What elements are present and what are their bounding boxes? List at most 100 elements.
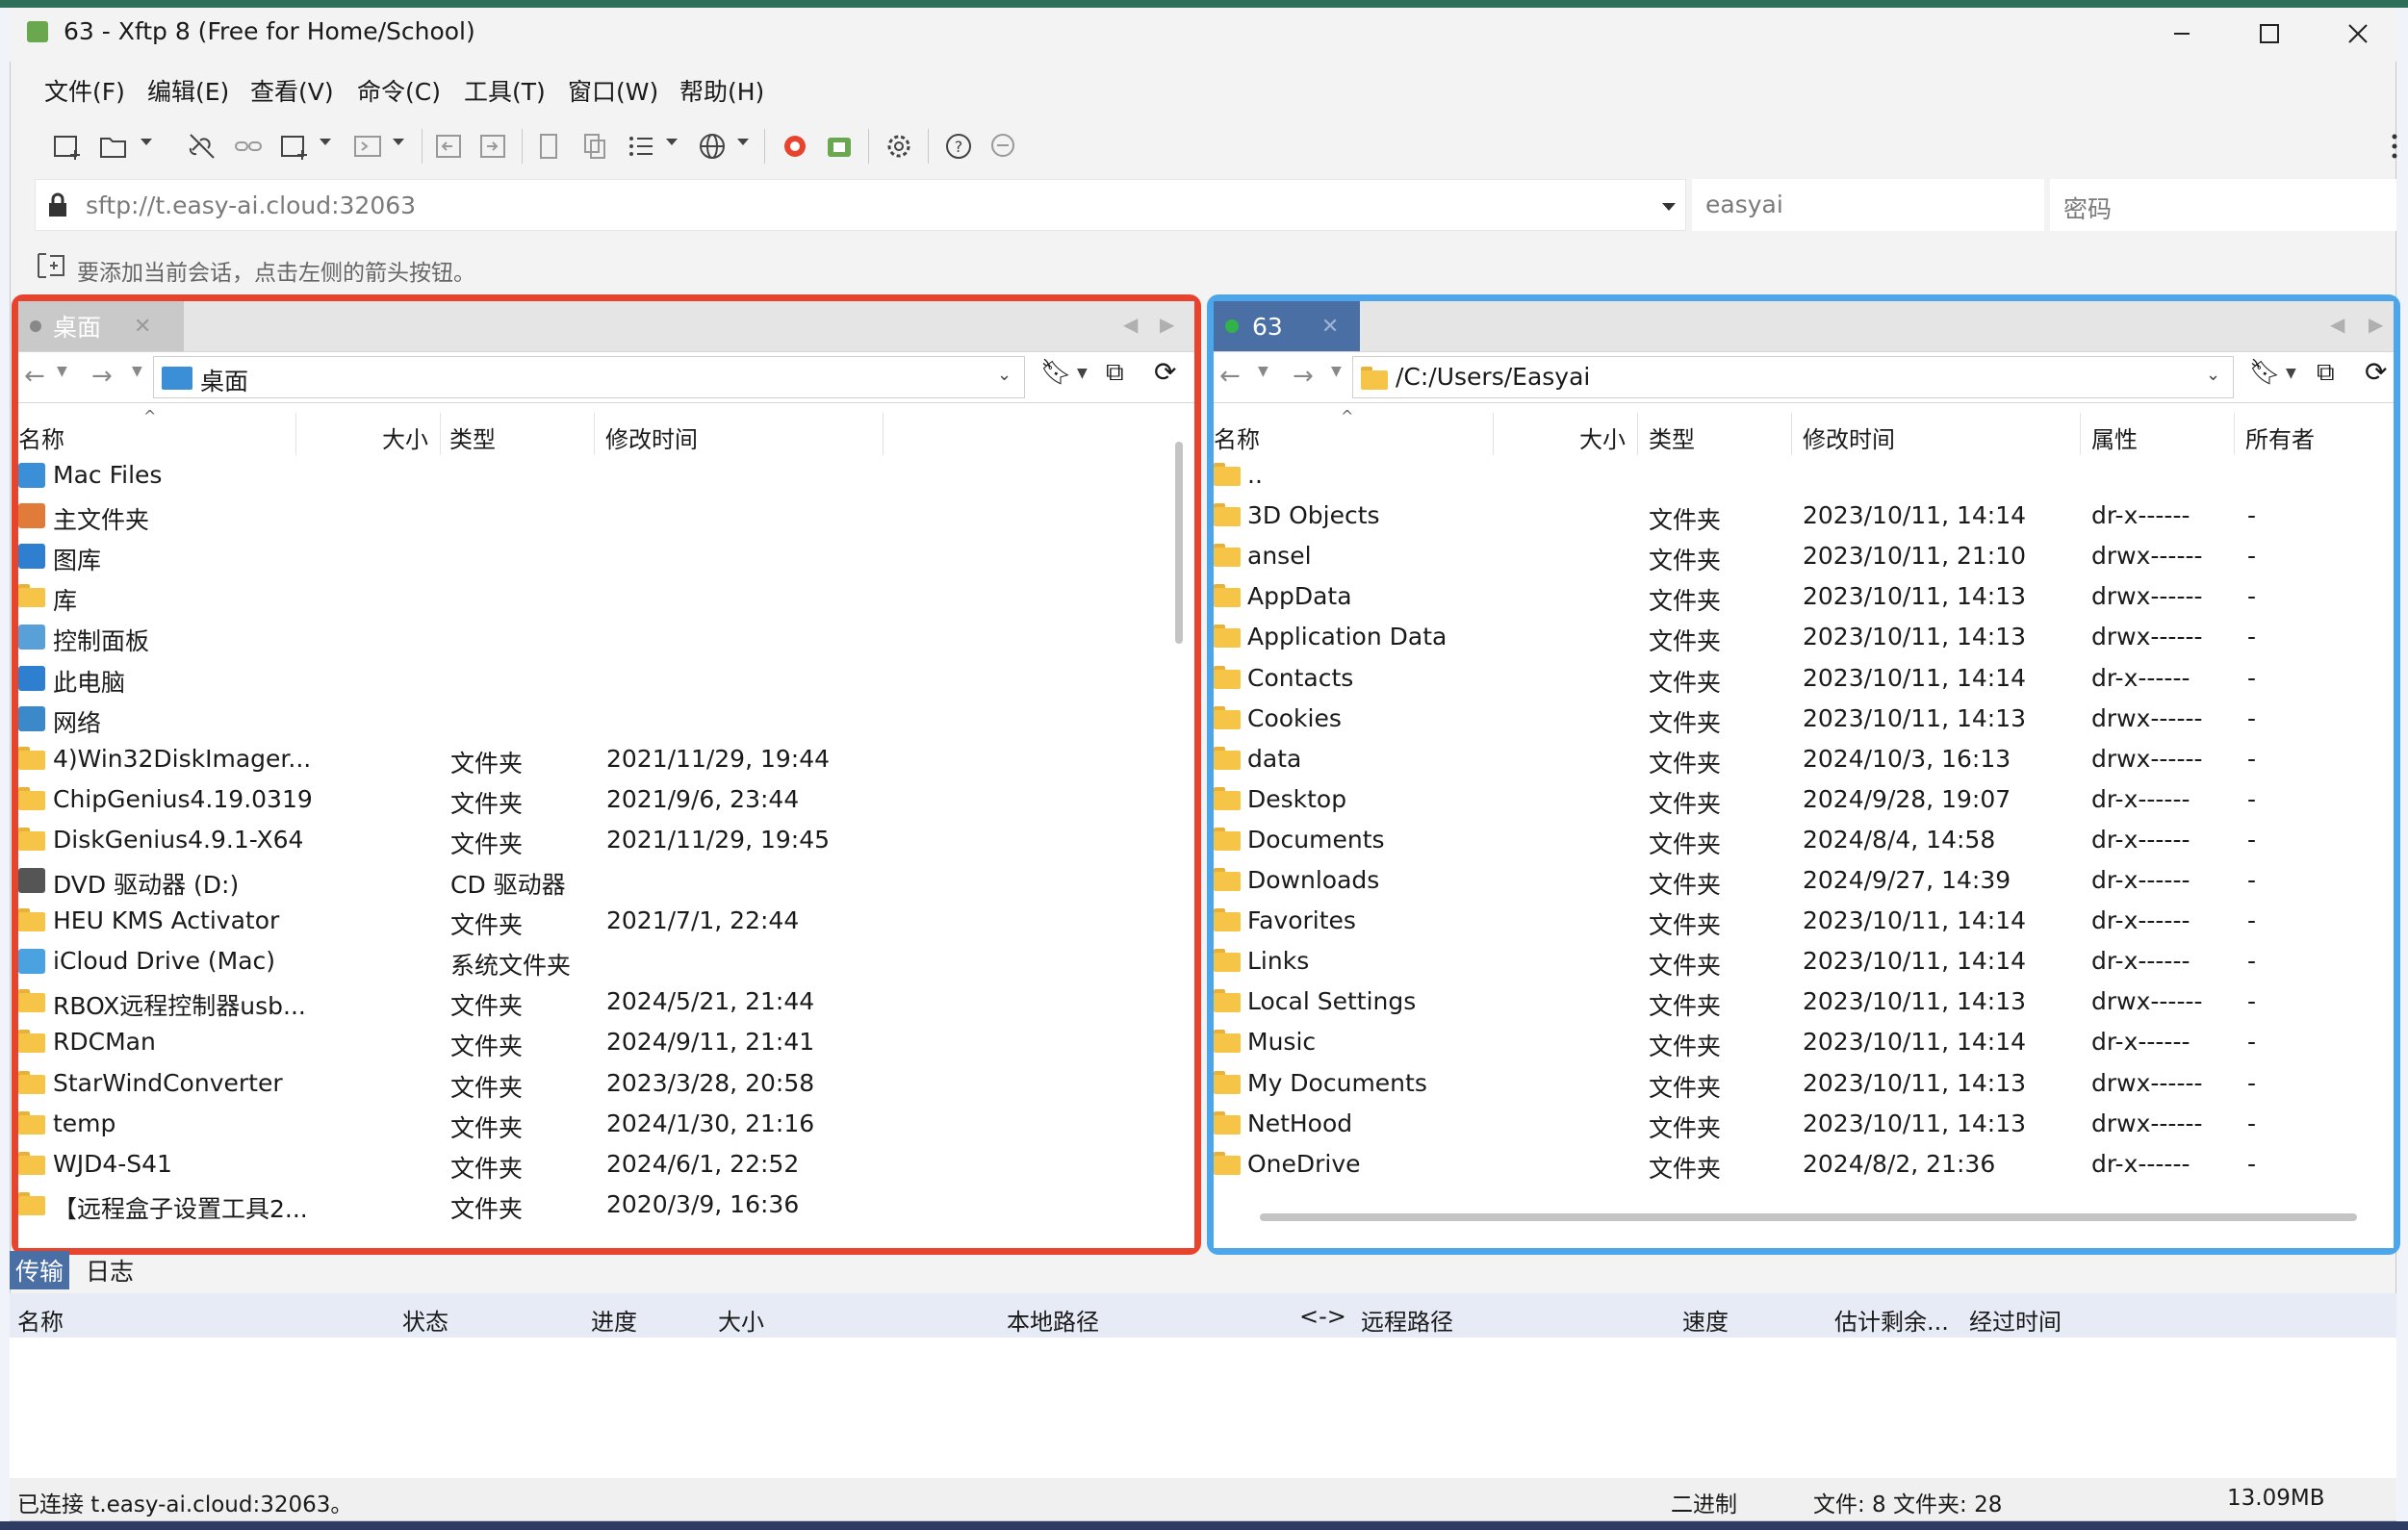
transfer-col-progress[interactable]: 进度 [591, 1303, 637, 1337]
transfer-col-size[interactable]: 大小 [718, 1303, 764, 1337]
maximize-button[interactable] [2236, 10, 2303, 58]
host-address-input[interactable]: sftp://t.easy-ai.cloud:32063 [35, 179, 1686, 231]
transfer-col-remote-path[interactable]: 远程路径 [1361, 1303, 1453, 1337]
back-icon[interactable]: ← [1219, 362, 1241, 391]
column-name[interactable]: 名称 [18, 421, 64, 454]
file-row[interactable]: Downloads 文件夹 2024/9/27, 14:39 dr-x------ - [1214, 860, 2394, 901]
file-row[interactable]: HEU KMS Activator 文件夹 2021/7/1, 22:44 [18, 901, 1173, 941]
username-input[interactable]: easyai [1692, 179, 2044, 231]
column-modified[interactable]: 修改时间 [1803, 421, 1895, 454]
file-row[interactable]: NetHood 文件夹 2023/10/11, 14:13 drwx------ - [1214, 1104, 2394, 1144]
menu-edit[interactable]: 编辑(E) [147, 73, 229, 108]
column-type[interactable]: 类型 [449, 421, 496, 454]
file-row[interactable]: iCloud Drive (Mac) 系统文件夹 [18, 941, 1173, 982]
view-mode-button[interactable] [622, 127, 660, 166]
open-session-dropdown-icon[interactable] [141, 139, 152, 145]
file-row[interactable]: StarWindConverter 文件夹 2023/3/28, 20:58 [18, 1063, 1173, 1104]
disconnect-button[interactable] [183, 127, 221, 166]
help-button[interactable]: ? [939, 127, 978, 166]
new-folder-icon[interactable]: ⧉ [1106, 358, 1124, 388]
tab-local-desktop[interactable]: 桌面 ✕ [18, 301, 184, 351]
file-row[interactable]: 此电脑 [18, 658, 1173, 699]
file-row[interactable]: DVD 驱动器 (D:) CD 驱动器 [18, 860, 1173, 901]
local-path-input[interactable]: 桌面 ⌄ [153, 356, 1025, 398]
path-dropdown-icon[interactable]: ⌄ [2206, 365, 2220, 385]
transfer-col-elapsed[interactable]: 经过时间 [1969, 1303, 2062, 1337]
tab-scroll-left-icon[interactable]: ◀ [2330, 313, 2344, 336]
local-scrollbar-thumb[interactable] [1175, 442, 1183, 644]
path-dropdown-icon[interactable]: ⌄ [997, 365, 1012, 385]
close-tab-icon[interactable]: ✕ [1321, 315, 1339, 339]
view-mode-dropdown-icon[interactable] [666, 139, 678, 145]
file-row[interactable]: Documents 文件夹 2024/8/4, 14:58 dr-x------ - [1214, 820, 2394, 860]
file-row[interactable]: 库 [18, 576, 1173, 617]
encoding-dropdown-icon[interactable] [737, 139, 749, 145]
file-row[interactable]: Favorites 文件夹 2023/10/11, 14:14 dr-x------ - [1214, 901, 2394, 941]
file-row[interactable]: WJD4-S41 文件夹 2024/6/1, 22:52 [18, 1144, 1173, 1185]
bookmark-dropdown-icon[interactable]: ▼ [1077, 366, 1088, 381]
upload-button[interactable] [429, 127, 468, 166]
forward-icon[interactable]: → [91, 362, 113, 391]
menu-tools[interactable]: 工具(T) [464, 73, 546, 108]
file-row[interactable]: RBOX远程控制器usb... 文件夹 2024/5/21, 21:44 [18, 982, 1173, 1022]
open-session-button[interactable] [94, 127, 133, 166]
transfer-col-status[interactable]: 状态 [402, 1303, 448, 1337]
file-row[interactable]: Local Settings 文件夹 2023/10/11, 14:13 drwx--… [1214, 982, 2394, 1022]
password-input[interactable]: 密码 [2050, 179, 2396, 231]
bookmark-icon[interactable]: 🔖︎ [2249, 358, 2281, 387]
tab-scroll-left-icon[interactable]: ◀ [1123, 313, 1138, 336]
column-attributes[interactable]: 属性 [2091, 421, 2138, 454]
back-icon[interactable]: ← [24, 362, 45, 391]
toolbar-overflow-button[interactable] [2375, 127, 2408, 166]
copy-button[interactable] [529, 127, 568, 166]
menu-window[interactable]: 窗口(W) [568, 73, 658, 108]
reconnect-button[interactable] [229, 127, 268, 166]
file-row[interactable]: Music 文件夹 2023/10/11, 14:14 dr-x------ - [1214, 1022, 2394, 1062]
file-row[interactable]: data 文件夹 2024/10/3, 16:13 drwx------ - [1214, 739, 2394, 779]
file-row[interactable]: .. [1214, 455, 2394, 496]
file-row[interactable]: My Documents 文件夹 2023/10/11, 14:13 drwx----… [1214, 1063, 2394, 1104]
file-row[interactable]: 网络 [18, 699, 1173, 739]
column-modified[interactable]: 修改时间 [605, 421, 698, 454]
tab-scroll-right-icon[interactable]: ▶ [1160, 313, 1174, 336]
transfer-col-name[interactable]: 名称 [17, 1303, 64, 1337]
transfer-col-eta[interactable]: 估计剩余... [1834, 1303, 1949, 1337]
file-row[interactable]: Mac Files [18, 455, 1173, 496]
file-row[interactable]: Desktop 文件夹 2024/9/28, 19:07 dr-x------ - [1214, 779, 2394, 820]
feedback-button[interactable] [984, 127, 1022, 166]
file-row[interactable]: 【远程盒子设置工具2... 文件夹 2020/3/9, 16:36 [18, 1185, 1173, 1225]
terminal-dropdown-icon[interactable] [393, 139, 404, 145]
column-size[interactable]: 大小 [382, 421, 428, 454]
forward-dropdown-icon[interactable]: ▼ [132, 364, 142, 379]
file-row[interactable]: ansel 文件夹 2023/10/11, 21:10 drwx------ - [1214, 536, 2394, 576]
file-row[interactable]: RDCMan 文件夹 2024/9/11, 21:41 [18, 1022, 1173, 1062]
encoding-button[interactable] [693, 127, 731, 166]
file-row[interactable]: Contacts 文件夹 2023/10/11, 14:14 dr-x------ - [1214, 658, 2394, 699]
forward-icon[interactable]: → [1293, 362, 1314, 391]
transfer-mode[interactable]: 二进制 [1671, 1486, 1737, 1518]
file-row[interactable]: ChipGenius4.19.0319 文件夹 2021/9/6, 23:44 [18, 779, 1173, 820]
file-row[interactable]: DiskGenius4.9.1-X64 文件夹 2021/11/29, 19:45 [18, 820, 1173, 860]
forward-dropdown-icon[interactable]: ▼ [1331, 364, 1342, 379]
close-tab-icon[interactable]: ✕ [134, 315, 151, 339]
remote-horizontal-scrollbar-thumb[interactable] [1260, 1213, 2357, 1221]
file-row[interactable]: 4)Win32DiskImager... 文件夹 2021/11/29, 19:44 [18, 739, 1173, 779]
column-type[interactable]: 类型 [1649, 421, 1695, 454]
column-owner[interactable]: 所有者 [2245, 421, 2315, 454]
address-dropdown-icon[interactable] [1662, 203, 1676, 211]
column-name[interactable]: 名称 [1214, 421, 1260, 454]
tab-remote-63[interactable]: 63 ✕ [1214, 301, 1360, 351]
bookmark-dropdown-icon[interactable]: ▼ [2286, 366, 2296, 381]
new-folder-icon[interactable]: ⧉ [2317, 358, 2335, 388]
file-row[interactable]: temp 文件夹 2024/1/30, 21:16 [18, 1104, 1173, 1144]
file-row[interactable]: Links 文件夹 2023/10/11, 14:14 dr-x------ - [1214, 941, 2394, 982]
file-row[interactable]: Cookies 文件夹 2023/10/11, 14:13 drwx------ - [1214, 699, 2394, 739]
menu-help[interactable]: 帮助(H) [679, 73, 764, 108]
file-row[interactable]: 主文件夹 [18, 496, 1173, 536]
paste-button[interactable] [576, 127, 614, 166]
xshell-button[interactable] [776, 127, 814, 166]
file-row[interactable]: 图库 [18, 536, 1173, 576]
bookmark-icon[interactable]: 🔖︎ [1040, 358, 1072, 387]
menu-view[interactable]: 查看(V) [250, 73, 334, 108]
options-button[interactable] [880, 127, 918, 166]
